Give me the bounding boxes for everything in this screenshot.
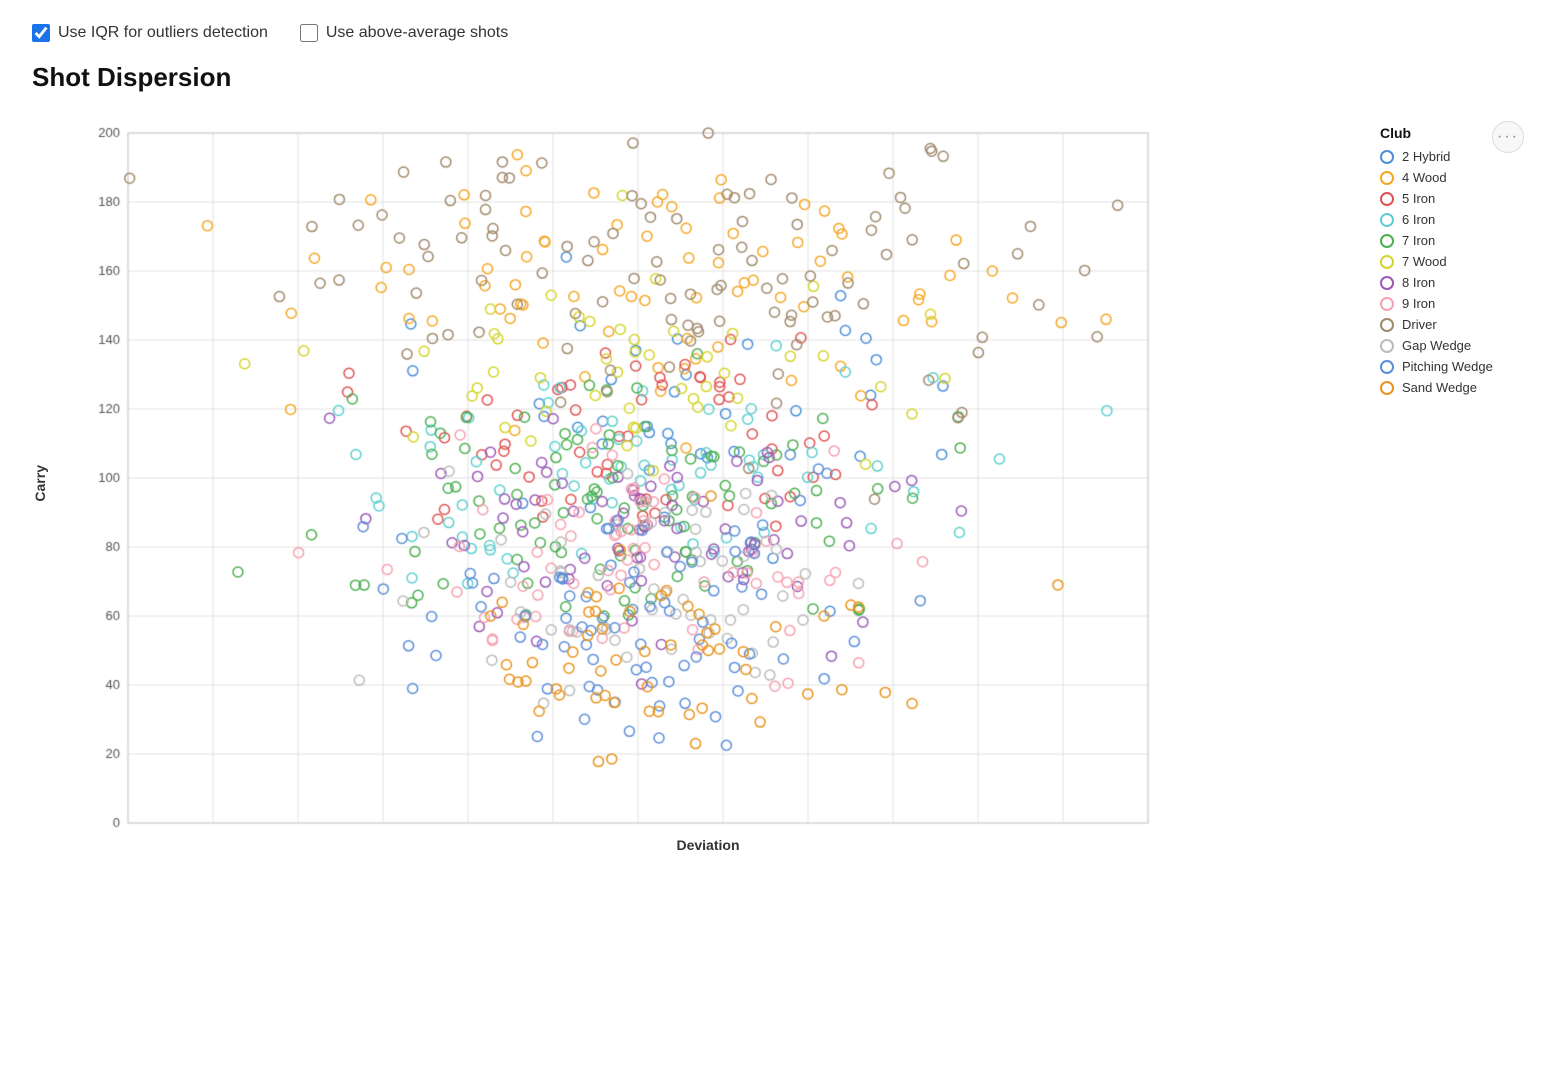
- legend-color-circle: [1380, 339, 1394, 353]
- x-axis-label: Deviation: [68, 837, 1348, 853]
- controls-bar: Use IQR for outliers detection Use above…: [32, 24, 1524, 42]
- legend-item-label: 8 Iron: [1402, 275, 1435, 290]
- legend-item: 7 Iron: [1380, 233, 1508, 248]
- above-avg-checkbox[interactable]: [300, 24, 318, 42]
- legend-color-circle: [1380, 192, 1394, 206]
- legend-item: 5 Iron: [1380, 191, 1508, 206]
- legend-title: Club: [1380, 125, 1508, 141]
- legend-item-label: 7 Iron: [1402, 233, 1435, 248]
- legend-color-circle: [1380, 255, 1394, 269]
- scatter-plot: [68, 113, 1168, 833]
- chart-area: Carry Deviation ··· Club 2 Hybrid 4 Wood 5…: [32, 113, 1524, 853]
- above-avg-label[interactable]: Use above-average shots: [326, 24, 508, 42]
- legend-item-label: Sand Wedge: [1402, 380, 1477, 395]
- legend-color-circle: [1380, 150, 1394, 164]
- above-avg-checkbox-item[interactable]: Use above-average shots: [300, 24, 508, 42]
- legend-item: 9 Iron: [1380, 296, 1508, 311]
- legend-color-circle: [1380, 213, 1394, 227]
- legend-item-label: 9 Iron: [1402, 296, 1435, 311]
- legend-color-circle: [1380, 381, 1394, 395]
- legend-color-circle: [1380, 360, 1394, 374]
- legend-item-label: 5 Iron: [1402, 191, 1435, 206]
- legend-color-circle: [1380, 171, 1394, 185]
- legend-item: Pitching Wedge: [1380, 359, 1508, 374]
- legend-item-label: Driver: [1402, 317, 1437, 332]
- legend-color-circle: [1380, 297, 1394, 311]
- legend-item-label: 7 Wood: [1402, 254, 1447, 269]
- legend-color-circle: [1380, 234, 1394, 248]
- legend-item: Gap Wedge: [1380, 338, 1508, 353]
- legend-item-label: 6 Iron: [1402, 212, 1435, 227]
- legend-item-label: 4 Wood: [1402, 170, 1447, 185]
- legend-item: 8 Iron: [1380, 275, 1508, 290]
- legend-options-button[interactable]: ···: [1492, 121, 1524, 153]
- chart-container: Deviation: [68, 113, 1348, 853]
- iqr-label[interactable]: Use IQR for outliers detection: [58, 24, 268, 42]
- legend-panel: ··· Club 2 Hybrid 4 Wood 5 Iron 6 Iron 7 Iro…: [1364, 113, 1524, 413]
- legend-item: Driver: [1380, 317, 1508, 332]
- legend-item: 7 Wood: [1380, 254, 1508, 269]
- legend-items: 2 Hybrid 4 Wood 5 Iron 6 Iron 7 Iron 7 Wood 8 …: [1380, 149, 1508, 395]
- chart-title: Shot Dispersion: [32, 62, 1524, 93]
- legend-item-label: 2 Hybrid: [1402, 149, 1450, 164]
- legend-color-circle: [1380, 318, 1394, 332]
- legend-item-label: Gap Wedge: [1402, 338, 1471, 353]
- legend-color-circle: [1380, 276, 1394, 290]
- legend-item: 6 Iron: [1380, 212, 1508, 227]
- y-axis-label: Carry: [32, 465, 48, 502]
- iqr-checkbox-item[interactable]: Use IQR for outliers detection: [32, 24, 268, 42]
- legend-item: 2 Hybrid: [1380, 149, 1508, 164]
- legend-item: Sand Wedge: [1380, 380, 1508, 395]
- legend-item: 4 Wood: [1380, 170, 1508, 185]
- iqr-checkbox[interactable]: [32, 24, 50, 42]
- legend-item-label: Pitching Wedge: [1402, 359, 1493, 374]
